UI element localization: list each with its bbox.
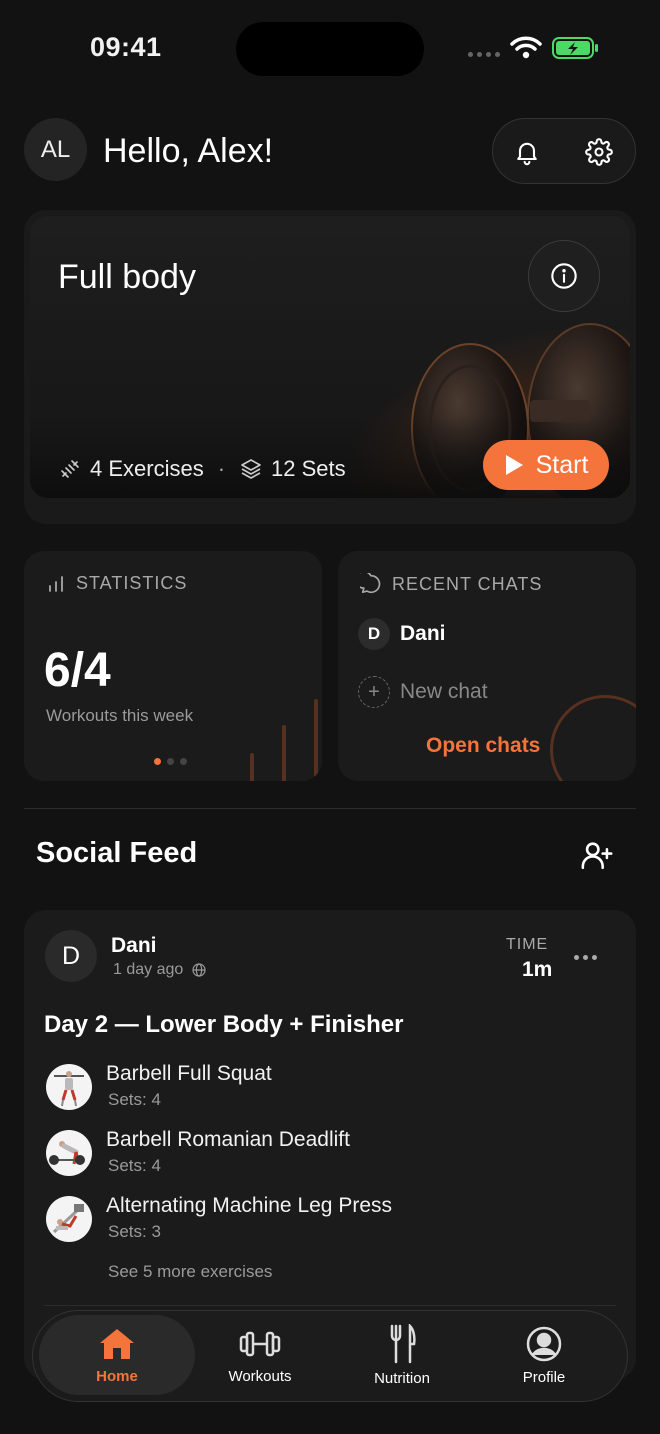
exercise-sets: Sets: 3 [108,1222,161,1241]
new-chat-button[interactable]: + New chat [358,676,488,708]
tab-nutrition[interactable]: Nutrition [337,1315,467,1395]
recent-chats-card: RECENT CHATS D Dani + New chat Open chat… [338,551,636,781]
exercise-thumbnail [46,1196,92,1242]
dumbbell-icon [239,1331,281,1356]
exercise-item[interactable]: Alternating Machine Leg Press Sets: 3 [44,1194,604,1254]
post-time-label: TIME [506,936,549,953]
open-chats-link[interactable]: Open chats [426,734,540,758]
leg-press-figure-icon [52,1204,84,1234]
set-count: 12 Sets [271,456,346,481]
battery-icon [552,37,598,59]
exercise-name: Barbell Full Squat [106,1062,272,1085]
chat-item-dani[interactable]: D Dani [358,618,446,650]
post-author-avatar[interactable]: D [45,930,97,982]
start-workout-button[interactable]: Start [483,440,609,490]
recent-chats-header: RECENT CHATS [360,573,542,595]
exercise-count: 4 Exercises [90,456,204,481]
ring-decoration [550,695,636,781]
tab-label: Nutrition [374,1369,430,1387]
user-avatar[interactable]: AL [24,118,87,181]
exercise-name: Alternating Machine Leg Press [106,1194,392,1217]
meta-separator: · [217,456,226,481]
post-author-name[interactable]: Dani [111,934,157,958]
home-icon [100,1328,134,1359]
settings-button[interactable] [583,136,615,168]
post-when-text: 1 day ago [113,961,184,978]
status-bar: 09:41 [0,0,660,100]
tab-workouts[interactable]: Workouts [195,1315,325,1395]
dynamic-island [236,22,424,76]
workout-hero-card[interactable]: Full body 4 Exercises · 12 Sets Start [24,210,636,524]
header: AL Hello, Alex! [24,118,636,184]
globe-icon [192,963,206,977]
chat-avatar: D [358,618,390,650]
statistics-pager[interactable] [154,758,187,765]
deadlift-figure-icon [49,1141,85,1165]
pager-dot [180,758,187,765]
fork-knife-icon [390,1323,416,1363]
more-dot [583,955,588,960]
exercise-sets: Sets: 4 [108,1156,161,1175]
wifi-icon [510,36,542,59]
chart-bar-decoration [282,725,286,781]
section-divider [24,808,636,809]
bar-chart-icon [49,575,63,592]
greeting: Hello, Alex! [103,132,274,170]
post-timestamp: 1 day ago [113,961,207,979]
pager-dot-active [154,758,161,765]
workout-info-button[interactable] [528,240,600,312]
status-time: 09:41 [90,32,162,62]
tab-label: Home [96,1367,138,1385]
post-workout-title: Day 2 — Lower Body + Finisher [44,1011,404,1038]
squat-figure-icon [54,1071,84,1107]
notifications-button[interactable] [511,136,543,168]
tab-home[interactable]: Home [39,1315,195,1395]
see-more-exercises-link[interactable]: See 5 more exercises [108,1262,272,1282]
post-more-button[interactable] [574,955,597,960]
tab-label: Workouts [228,1367,292,1385]
signal-icon [468,52,500,57]
chat-name: Dani [400,622,446,645]
exercises-icon [61,460,79,478]
gear-icon [585,138,613,166]
pager-dot [167,758,174,765]
bottom-tab-bar: Home Workouts Nutrition Profile [32,1310,628,1402]
info-icon [551,263,577,289]
add-friend-icon[interactable] [580,838,614,872]
statistics-label: STATISTICS [76,573,188,593]
layers-icon [241,459,261,479]
plus-icon: + [358,676,390,708]
more-dot [592,955,597,960]
chart-bar-decoration [314,699,318,781]
tab-profile[interactable]: Profile [479,1315,609,1395]
chat-bubble-icon [360,573,381,594]
statistics-header: STATISTICS [46,573,187,594]
start-label: Start [535,450,589,479]
post-time-value: 1m [522,958,553,981]
statistics-card[interactable]: STATISTICS 6/4 Workouts this week [24,551,322,781]
new-chat-label: New chat [400,680,488,703]
post-divider [44,1305,616,1306]
workout-title: Full body [58,258,196,296]
exercise-thumbnail [46,1064,92,1110]
exercise-sets: Sets: 4 [108,1090,161,1109]
play-icon [505,455,523,475]
workout-meta: 4 Exercises · 12 Sets [58,456,346,482]
exercise-item[interactable]: Barbell Romanian Deadlift Sets: 4 [44,1128,604,1188]
exercise-item[interactable]: Barbell Full Squat Sets: 4 [44,1062,604,1122]
bell-icon [517,142,537,166]
profile-icon [526,1326,562,1361]
exercise-thumbnail [46,1130,92,1176]
recent-chats-label: RECENT CHATS [392,573,543,594]
more-dot [574,955,579,960]
exercise-name: Barbell Romanian Deadlift [106,1128,350,1151]
chart-bar-decoration [250,753,254,781]
social-feed-title: Social Feed [36,837,198,869]
workouts-count: 6/4 [44,644,111,697]
workouts-caption: Workouts this week [46,706,194,725]
header-actions [492,118,636,184]
tab-label: Profile [522,1368,566,1386]
